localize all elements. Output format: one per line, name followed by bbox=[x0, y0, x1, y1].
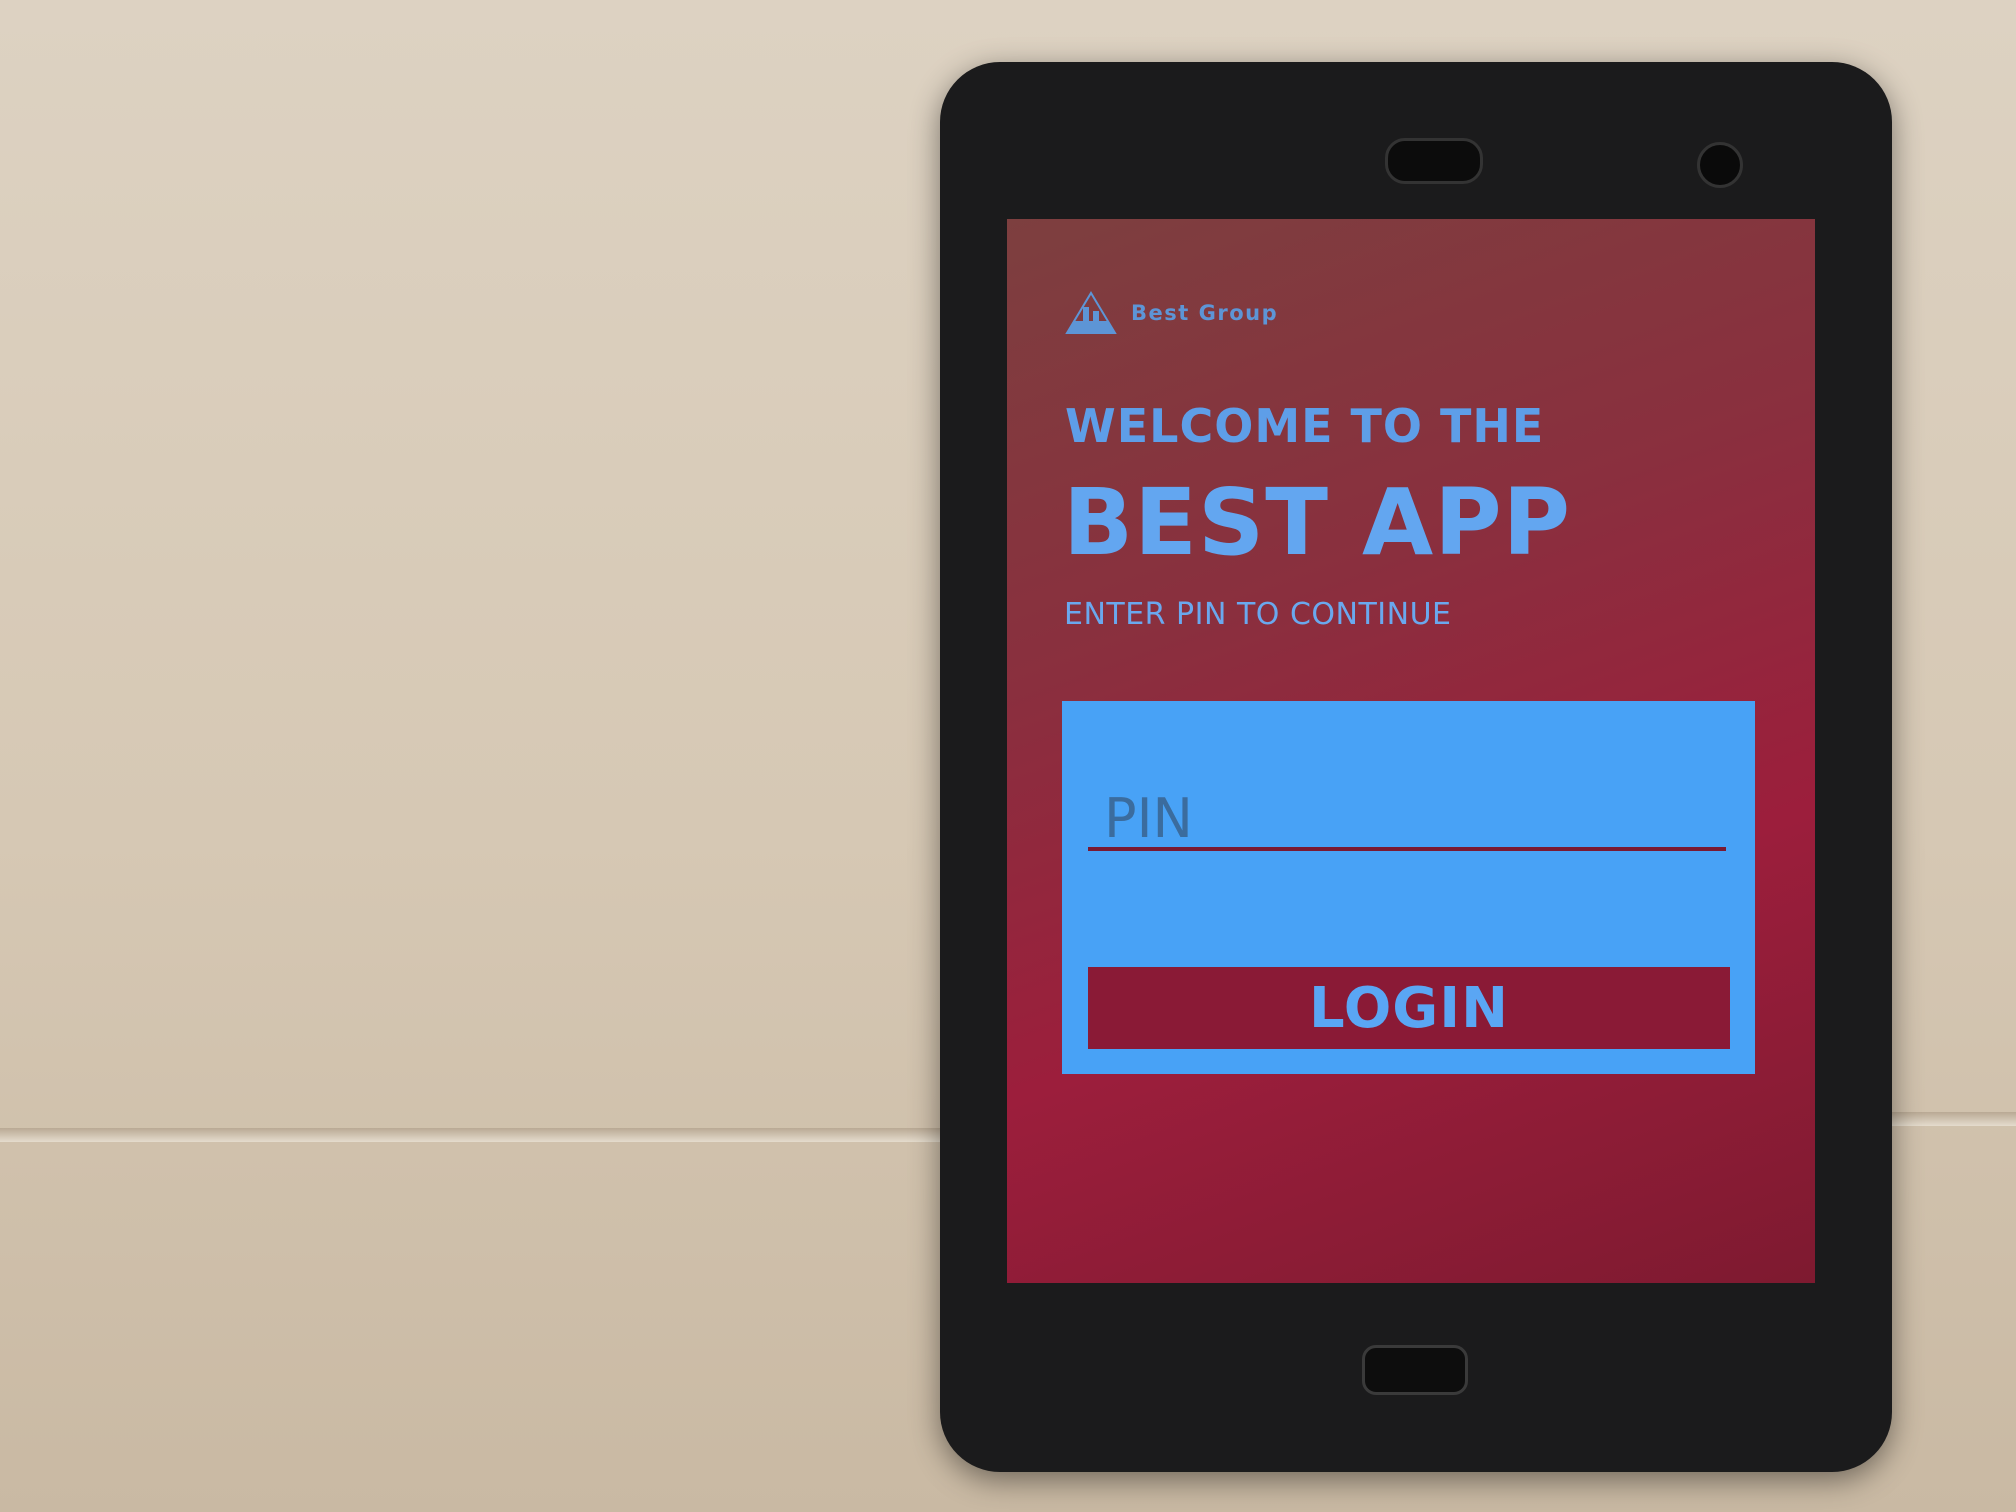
instruction-text: ENTER PIN TO CONTINUE bbox=[1064, 597, 1452, 632]
login-button[interactable]: LOGIN bbox=[1088, 967, 1730, 1049]
pin-input[interactable] bbox=[1088, 789, 1726, 851]
triangle-building-logo-icon bbox=[1065, 291, 1117, 334]
login-panel: LOGIN bbox=[1062, 701, 1755, 1074]
app-title: BEST APP bbox=[1063, 469, 1572, 576]
home-button[interactable] bbox=[1362, 1345, 1468, 1395]
brand-name: Best Group bbox=[1131, 301, 1279, 325]
camera-icon bbox=[1697, 142, 1743, 188]
login-screen: Best Group WELCOME TO THE BEST APP ENTER… bbox=[1007, 219, 1815, 1283]
speaker-icon bbox=[1385, 138, 1483, 184]
welcome-heading: WELCOME TO THE bbox=[1065, 399, 1545, 453]
wall-seam bbox=[1880, 1112, 2016, 1126]
brand-logo: Best Group bbox=[1065, 291, 1278, 335]
wall-seam bbox=[0, 1128, 940, 1142]
